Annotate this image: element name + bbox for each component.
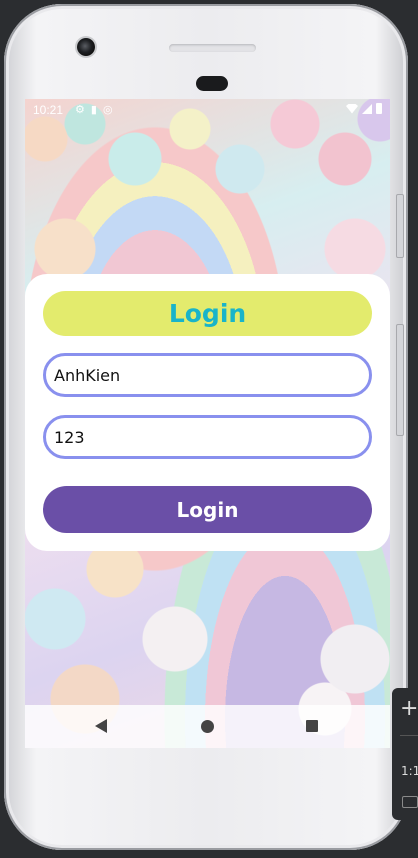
back-icon[interactable] — [95, 719, 107, 733]
status-system-icons — [346, 103, 382, 114]
emulator-window: 10:21 ⚙ ▮ ◎ Login Login — [0, 0, 418, 858]
emulator-side-toolbar: + 1:1 — [392, 688, 418, 820]
sync-icon: ◎ — [102, 104, 113, 116]
proximity-sensor — [196, 76, 228, 91]
recents-icon[interactable] — [306, 720, 318, 732]
login-card: Login Login — [25, 274, 390, 551]
login-button[interactable]: Login — [43, 486, 372, 533]
status-time: 10:21 — [33, 103, 64, 117]
password-input[interactable] — [46, 418, 354, 456]
status-notification-icons: ⚙ ▮ ◎ — [75, 103, 113, 116]
zoom-in-button[interactable]: + — [400, 696, 418, 721]
signal-icon — [362, 103, 372, 114]
status-bar: 10:21 ⚙ ▮ ◎ — [25, 99, 390, 121]
home-icon[interactable] — [201, 720, 214, 733]
toolbar-divider — [400, 735, 418, 736]
front-camera-icon — [77, 38, 95, 56]
sim-icon: ▮ — [90, 104, 97, 116]
actual-size-button[interactable]: 1:1 — [401, 764, 418, 778]
username-input[interactable] — [46, 356, 354, 394]
password-field[interactable] — [43, 415, 372, 459]
navigation-bar — [25, 705, 390, 748]
power-button[interactable] — [396, 194, 404, 258]
fit-screen-icon[interactable] — [402, 796, 418, 808]
wifi-icon — [346, 103, 358, 114]
volume-button[interactable] — [396, 324, 404, 436]
battery-icon — [376, 103, 382, 114]
login-title: Login — [43, 291, 372, 336]
earpiece-speaker — [169, 44, 256, 52]
settings-icon: ⚙ — [75, 104, 85, 116]
phone-screen: 10:21 ⚙ ▮ ◎ Login Login — [25, 99, 390, 748]
username-field[interactable] — [43, 353, 372, 397]
